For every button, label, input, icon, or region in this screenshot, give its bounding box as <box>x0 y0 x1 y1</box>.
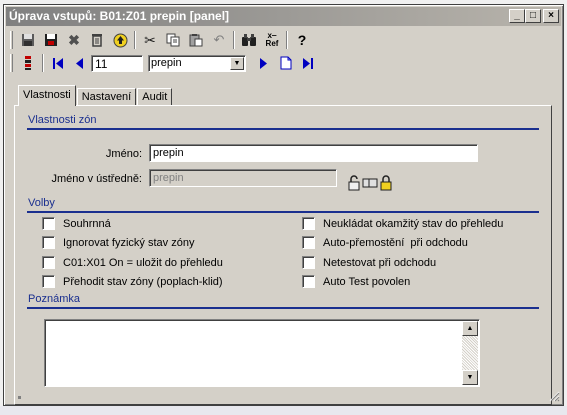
trash-icon[interactable] <box>87 30 107 50</box>
name-label: Jméno: <box>105 148 142 160</box>
option-label: Auto Test povolen <box>323 275 411 288</box>
checkbox[interactable] <box>302 217 315 230</box>
option-label: Přehodit stav zóny (poplach-klid) <box>63 275 223 288</box>
option-prehodit[interactable]: Přehodit stav zóny (poplach-klid) <box>42 275 223 288</box>
toolbar-separator <box>42 54 44 72</box>
toolbar-separator <box>233 31 235 49</box>
option-label: Ignorovat fyzický stav zóny <box>63 236 195 249</box>
lock-open-icon[interactable] <box>348 175 360 191</box>
checkbox[interactable] <box>302 236 315 249</box>
last-record-icon[interactable] <box>298 53 318 73</box>
dialog-window: Úprava vstupů: B01:Z01 prepin [panel] _ … <box>3 4 564 406</box>
record-select-value: prepin <box>151 57 182 69</box>
section-divider <box>27 211 539 213</box>
window-controls: _ □ × <box>509 9 559 23</box>
up-arrow-icon[interactable] <box>110 30 130 50</box>
undo-icon[interactable]: ↶ <box>209 30 229 50</box>
status-marker <box>18 396 21 399</box>
checkbox[interactable] <box>42 217 55 230</box>
tab-strip: Vlastnosti Nastavení Audit <box>18 85 173 106</box>
lock-icons <box>348 175 392 191</box>
cut-icon[interactable]: ✂ <box>140 30 160 50</box>
close-button[interactable]: × <box>543 9 559 23</box>
help-icon[interactable]: ? <box>292 30 312 50</box>
section-divider <box>27 307 539 309</box>
toolbar-grip[interactable] <box>10 54 13 72</box>
option-label: Souhrnná <box>63 217 111 230</box>
toolbar-separator <box>286 31 288 49</box>
save-icon[interactable] <box>18 30 38 50</box>
resize-grip-icon[interactable] <box>548 390 560 402</box>
minimize-button[interactable]: _ <box>509 9 525 23</box>
xref-icon[interactable]: x‒ Ref <box>262 30 282 50</box>
checkbox[interactable] <box>42 236 55 249</box>
navigation-toolbar: 11 prepin ▼ <box>10 52 321 74</box>
option-label: Netestovat při odchodu <box>323 256 437 269</box>
paste-icon[interactable] <box>186 30 206 50</box>
toolbar-separator <box>134 31 136 49</box>
link-icon[interactable] <box>362 177 378 189</box>
option-ignorovat[interactable]: Ignorovat fyzický stav zóny <box>42 236 194 249</box>
option-auto-test[interactable]: Auto Test povolen <box>302 275 410 288</box>
option-label: Neukládat okamžitý stav do přehledu <box>323 217 504 230</box>
central-name-input: prepin <box>149 169 337 187</box>
maximize-button[interactable]: □ <box>525 9 541 23</box>
next-record-icon[interactable] <box>254 53 274 73</box>
option-label: Auto-přemostění při odchodu <box>323 236 468 249</box>
record-select[interactable]: prepin ▼ <box>148 54 246 72</box>
central-name-label: Jméno v ústředně: <box>51 173 143 185</box>
option-neukladat[interactable]: Neukládat okamžitý stav do přehledu <box>302 217 503 230</box>
note-textarea[interactable]: ▲ ▼ <box>44 319 480 387</box>
toolbar-grip[interactable] <box>10 31 13 49</box>
name-input[interactable]: prepin <box>149 144 478 162</box>
section-title-zone-properties: Vlastnosti zón <box>28 114 97 126</box>
option-label: C01:X01 On = uložit do přehledu <box>63 256 223 269</box>
first-record-icon[interactable] <box>48 53 68 73</box>
section-title-note: Poznámka <box>28 293 80 305</box>
scroll-up-icon[interactable]: ▲ <box>462 321 478 336</box>
checkbox[interactable] <box>302 275 315 288</box>
option-c01x01[interactable]: C01:X01 On = uložit do přehledu <box>42 256 223 269</box>
new-record-icon[interactable] <box>276 53 296 73</box>
delete-x-icon[interactable]: ✖ <box>64 30 84 50</box>
option-auto-premosteni[interactable]: Auto-přemostění při odchodu <box>302 236 468 249</box>
section-divider <box>27 128 539 130</box>
window-title: Úprava vstupů: B01:Z01 prepin [panel] <box>9 9 230 23</box>
copy-icon[interactable] <box>163 30 183 50</box>
section-title-options: Volby <box>28 197 55 209</box>
checkbox[interactable] <box>42 256 55 269</box>
background-strip <box>0 406 567 415</box>
option-souhrnna[interactable]: Souhrnná <box>42 217 111 230</box>
xref-bottom: Ref <box>265 39 279 48</box>
lock-closed-icon[interactable] <box>380 175 392 191</box>
main-toolbar: ✖ ✂ ↶ x‒ Ref ? <box>10 29 315 51</box>
checkbox[interactable] <box>42 275 55 288</box>
title-bar[interactable]: Úprava vstupů: B01:Z01 prepin [panel] _ … <box>6 7 561 26</box>
record-indicator-icon <box>18 53 38 73</box>
record-number-input[interactable]: 11 <box>91 54 143 72</box>
option-netestovat[interactable]: Netestovat při odchodu <box>302 256 436 269</box>
note-scrollbar[interactable]: ▲ ▼ <box>462 321 478 385</box>
binoculars-icon[interactable] <box>239 30 259 50</box>
tab-audit[interactable]: Audit <box>137 88 173 106</box>
chevron-down-icon[interactable]: ▼ <box>230 56 244 70</box>
tab-vlastnosti[interactable]: Vlastnosti <box>18 85 76 106</box>
tab-nastaveni[interactable]: Nastavení <box>76 88 137 106</box>
previous-record-icon[interactable] <box>69 53 89 73</box>
scroll-down-icon[interactable]: ▼ <box>462 370 478 385</box>
save-all-icon[interactable] <box>41 30 61 50</box>
checkbox[interactable] <box>302 256 315 269</box>
